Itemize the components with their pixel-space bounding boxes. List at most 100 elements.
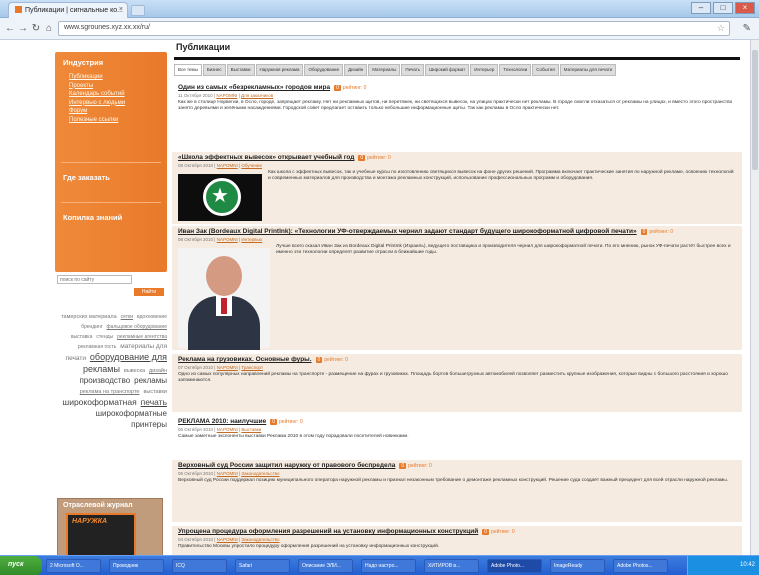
comment-count[interactable]: 0	[315, 357, 323, 363]
tag-link[interactable]: рекламы	[134, 376, 167, 385]
submenu-link[interactable]: Календарь событий	[55, 90, 167, 99]
article-rubric[interactable]: Для заказчиков	[241, 93, 273, 98]
taskbar-button[interactable]: Adobe Photos...	[613, 559, 668, 573]
comment-count[interactable]: 0	[270, 419, 278, 425]
category-tab[interactable]: Печать	[401, 64, 425, 76]
menu-heading-where-to-order[interactable]: Где заказать	[55, 167, 167, 188]
category-tab[interactable]: События	[532, 64, 559, 76]
tag-link[interactable]: рекламная гость	[78, 344, 116, 350]
submenu-link[interactable]: Полезные ссылки	[55, 116, 167, 125]
taskbar-button[interactable]: Adobe Photo...	[487, 559, 542, 573]
school-logo-image[interactable]: ★	[178, 174, 262, 221]
article-rubric[interactable]: Интервью	[241, 237, 262, 242]
menu-heading-industry[interactable]: Индустрия	[55, 52, 167, 73]
tag-link[interactable]: вывеска	[124, 368, 145, 374]
category-tab[interactable]: Бизнес	[202, 64, 226, 76]
article-title[interactable]: Реклама на грузовиках. Основные фуры.	[178, 356, 312, 363]
taskbar-button[interactable]: Safari	[235, 559, 290, 573]
category-tab[interactable]: Материалы	[368, 64, 401, 76]
category-tab[interactable]: Выставки	[226, 64, 255, 76]
tab-close-icon[interactable]: ×	[119, 6, 123, 13]
start-button[interactable]: пуск	[0, 556, 42, 575]
category-tab[interactable]: Дизайн	[344, 64, 368, 76]
search-input[interactable]	[57, 275, 132, 284]
category-tab[interactable]: Технологии	[499, 64, 532, 76]
article-author[interactable]: NAPOMNI	[217, 427, 238, 432]
taskbar-button[interactable]: ХИТИРОВ в...	[424, 559, 479, 573]
search-button[interactable]: Найти	[134, 288, 164, 296]
article-title[interactable]: Иван Зак (Bordeaux Digital PrintInk): «Т…	[178, 228, 637, 235]
taskbar-button[interactable]: Проводник	[109, 559, 164, 573]
taskbar-button[interactable]: Описание ЭЛИ...	[298, 559, 353, 573]
taskbar-button[interactable]: Надо настро...	[361, 559, 416, 573]
comment-count[interactable]: 0	[358, 155, 366, 161]
article-rubric[interactable]: Обучение	[241, 163, 262, 168]
browser-menu-icon[interactable]: ✎	[743, 23, 751, 34]
article-title[interactable]: Упрощена процедура оформления разрешений…	[178, 528, 478, 535]
article-rubric[interactable]: Законодательство	[241, 537, 279, 542]
back-icon[interactable]: ←	[4, 23, 16, 35]
article-author[interactable]: NAPOMNI	[216, 93, 237, 98]
taskbar-button[interactable]: ICQ	[172, 559, 227, 573]
browser-tab[interactable]: Публикации | сигнальные ко... ×	[8, 2, 128, 18]
category-tab[interactable]: Все темы	[174, 64, 202, 76]
article-author[interactable]: NAPOMNI	[217, 237, 238, 242]
address-bar[interactable]: www.sgrounes.xyz.xx.xx/ru/ ☆	[58, 21, 730, 36]
comment-count[interactable]: 0	[482, 529, 490, 535]
menu-heading-knowledge[interactable]: Копилка знаний	[55, 207, 167, 228]
taskbar-button[interactable]: 2 Microsoft O...	[46, 559, 101, 573]
page-scrollbar[interactable]	[750, 40, 759, 555]
submenu-link[interactable]: Форум	[55, 107, 167, 116]
comment-count[interactable]: 0	[399, 463, 407, 469]
category-tab[interactable]: Оборудование	[304, 64, 344, 76]
new-tab-button[interactable]	[131, 5, 145, 16]
tag-link[interactable]: рекламные агентства	[117, 334, 167, 340]
reload-icon[interactable]: ↻	[30, 23, 42, 35]
article-title[interactable]: Верховный суд России защитил наружку от …	[178, 462, 395, 469]
home-icon[interactable]: ⌂	[43, 23, 55, 35]
tag-link[interactable]: широкоформатная	[62, 397, 136, 407]
maximize-button[interactable]: □	[713, 2, 733, 14]
category-tab[interactable]: Наружная реклама	[255, 64, 304, 76]
article-rubric[interactable]: Транспорт	[241, 365, 263, 370]
category-tab[interactable]: Материалы для печати	[559, 64, 617, 76]
person-photo[interactable]	[178, 248, 270, 350]
tag-link[interactable]: фальцовое оборудование	[107, 324, 167, 330]
article-title[interactable]: Один из самых «безрекламных» городов мир…	[178, 84, 330, 91]
article-author[interactable]: NAPOMNI	[217, 163, 238, 168]
tag-link[interactable]: принтеры	[131, 420, 167, 429]
forward-icon[interactable]: →	[17, 23, 29, 35]
journal-cover[interactable]: НАРУЖКА	[66, 513, 136, 555]
submenu-link[interactable]: Проекты	[55, 82, 167, 91]
bookmark-star-icon[interactable]: ☆	[717, 23, 725, 34]
tag-link[interactable]: производство	[79, 376, 130, 385]
article-title[interactable]: РЕКЛАМА 2010: наилучшие	[178, 418, 266, 425]
tag-link[interactable]: стенды	[96, 334, 113, 340]
comment-count[interactable]: 0	[640, 229, 648, 235]
tag-link[interactable]: брендинг	[81, 324, 102, 330]
article-rubric[interactable]: Законодательство	[241, 471, 279, 476]
article-title[interactable]: «Школа эффектных вывесок» открывает учеб…	[178, 154, 354, 161]
tag-link[interactable]: тамерских материала	[61, 314, 117, 320]
article-author[interactable]: NAPOMNI	[217, 537, 238, 542]
tag-link[interactable]: реклама на транспорте	[80, 389, 140, 395]
tag-link[interactable]: выставки	[143, 389, 167, 395]
tag-link[interactable]: дизайн	[149, 368, 167, 374]
article-author[interactable]: NAPOMNI	[217, 471, 238, 476]
category-tab[interactable]: Широкий формат	[425, 64, 470, 76]
submenu-link[interactable]: Интервью с людьми	[55, 99, 167, 108]
tag-link[interactable]: оборудование для	[90, 352, 167, 362]
close-window-button[interactable]: ×	[735, 2, 755, 14]
tag-link[interactable]: вдохновение	[137, 314, 167, 320]
submenu-link[interactable]: Публикации	[55, 73, 167, 82]
taskbar-button[interactable]: ImageReady	[550, 559, 605, 573]
scrollbar-thumb[interactable]	[752, 50, 758, 170]
tag-link[interactable]: широкоформатные	[96, 409, 167, 418]
minimize-button[interactable]: –	[691, 2, 711, 14]
tag-link[interactable]: выставка	[71, 334, 93, 340]
tag-link[interactable]: сетки	[121, 314, 133, 320]
article-author[interactable]: NAPOMNI	[217, 365, 238, 370]
tag-link[interactable]: печать	[141, 397, 167, 407]
category-tab[interactable]: Интерьер	[470, 64, 499, 76]
comment-count[interactable]: 0	[334, 85, 341, 91]
